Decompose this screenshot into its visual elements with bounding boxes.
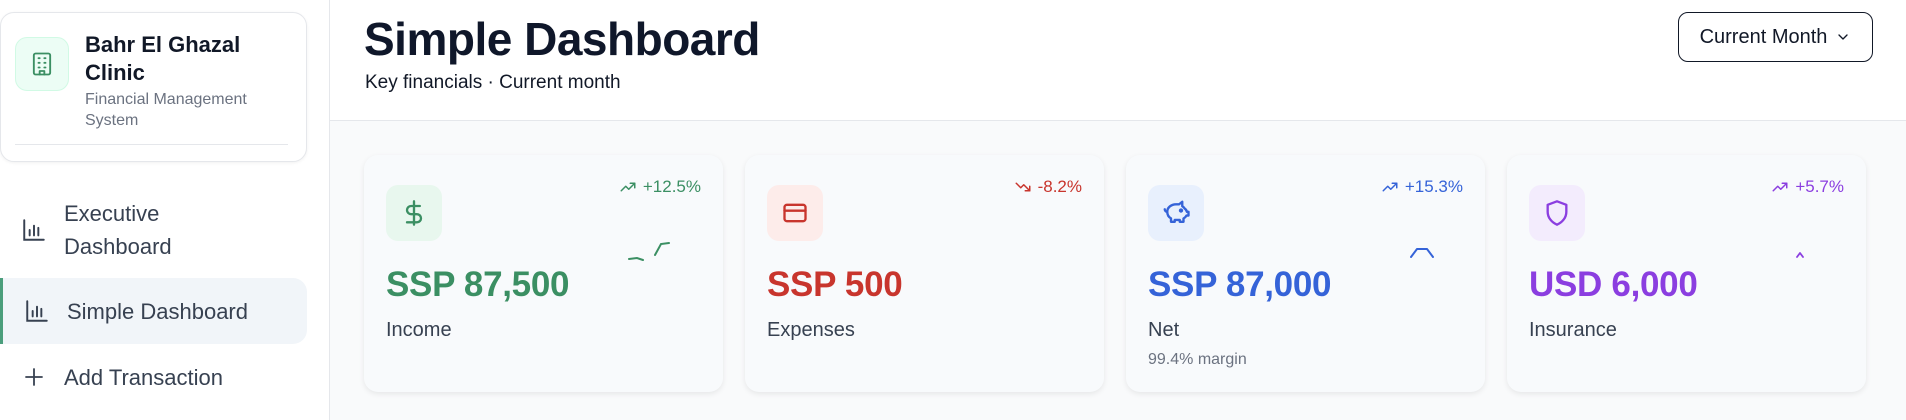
kpi-card-expenses: -8.2% SSP 500 Expenses [745, 155, 1104, 392]
kpi-card-income: +12.5% SSP 87,500 Income [364, 155, 723, 392]
trend-value: -8.2% [1037, 177, 1082, 196]
dollar-icon [386, 185, 442, 241]
chevron-down-icon [1835, 29, 1851, 45]
clinic-name: Bahr El Ghazal Clinic [85, 32, 241, 85]
card-label: Net [1148, 319, 1180, 341]
page-subtitle: Key financials · Current month [365, 72, 621, 93]
card-value: SSP 87,000 [1148, 265, 1332, 304]
card-value: USD 6,000 [1529, 265, 1698, 304]
sidebar-item-simple-dashboard[interactable]: Simple Dashboard [0, 278, 307, 344]
piggy-bank-icon [1148, 185, 1204, 241]
trending-up-icon [1381, 178, 1399, 196]
page-title: Simple Dashboard [364, 13, 760, 65]
bar-chart-icon [23, 297, 51, 325]
trending-up-icon [1771, 178, 1789, 196]
trend-value: +15.3% [1404, 177, 1463, 196]
brand-card: Bahr El Ghazal Clinic Financial Manageme… [0, 12, 307, 162]
sparkline [1410, 248, 1434, 258]
brand-divider [15, 144, 288, 145]
system-subtitle: Financial Management System [85, 91, 247, 129]
credit-card-icon [767, 185, 823, 241]
card-label: Expenses [767, 319, 855, 341]
page-header: Simple Dashboard Key financials · Curren… [330, 0, 1906, 121]
trend-value: +12.5% [642, 177, 701, 196]
sidebar-item-label: Add Transaction [64, 364, 223, 390]
margin-note: 99.4% margin [1148, 351, 1247, 368]
sidebar-item-label: Simple Dashboard [67, 298, 248, 324]
bar-chart-icon [20, 216, 48, 244]
trend-value: +5.7% [1795, 177, 1844, 196]
period-select[interactable]: Current Month [1678, 12, 1873, 62]
card-value: SSP 500 [767, 265, 903, 304]
sidebar-item-add-transaction[interactable]: Add Transaction [0, 344, 307, 410]
period-select-value: Current Month [1699, 25, 1828, 48]
kpi-card-insurance: +5.7% USD 6,000 Insurance [1507, 155, 1866, 392]
sidebar: Bahr El Ghazal Clinic Financial Manageme… [0, 0, 330, 420]
kpi-cards: +12.5% SSP 87,500 Income -8.2% SSP 500 E… [364, 155, 1866, 392]
sidebar-item-label: Executive Dashboard [64, 201, 172, 259]
card-value: SSP 87,500 [386, 265, 570, 304]
sparkline [1796, 252, 1804, 258]
card-label: Insurance [1529, 319, 1617, 341]
sidebar-nav: Executive Dashboard Simple Dashboard Add… [0, 190, 329, 410]
sidebar-item-executive-dashboard[interactable]: Executive Dashboard [0, 190, 307, 270]
plus-icon [20, 363, 48, 391]
main-content: Simple Dashboard Key financials · Curren… [330, 0, 1906, 420]
building-icon [15, 37, 69, 91]
shield-icon [1529, 185, 1585, 241]
sparkline [628, 242, 670, 261]
trending-down-icon [1014, 178, 1032, 196]
trending-up-icon [619, 178, 637, 196]
card-label: Income [386, 319, 452, 341]
kpi-card-net: +15.3% SSP 87,000 Net 99.4% margin [1126, 155, 1485, 392]
